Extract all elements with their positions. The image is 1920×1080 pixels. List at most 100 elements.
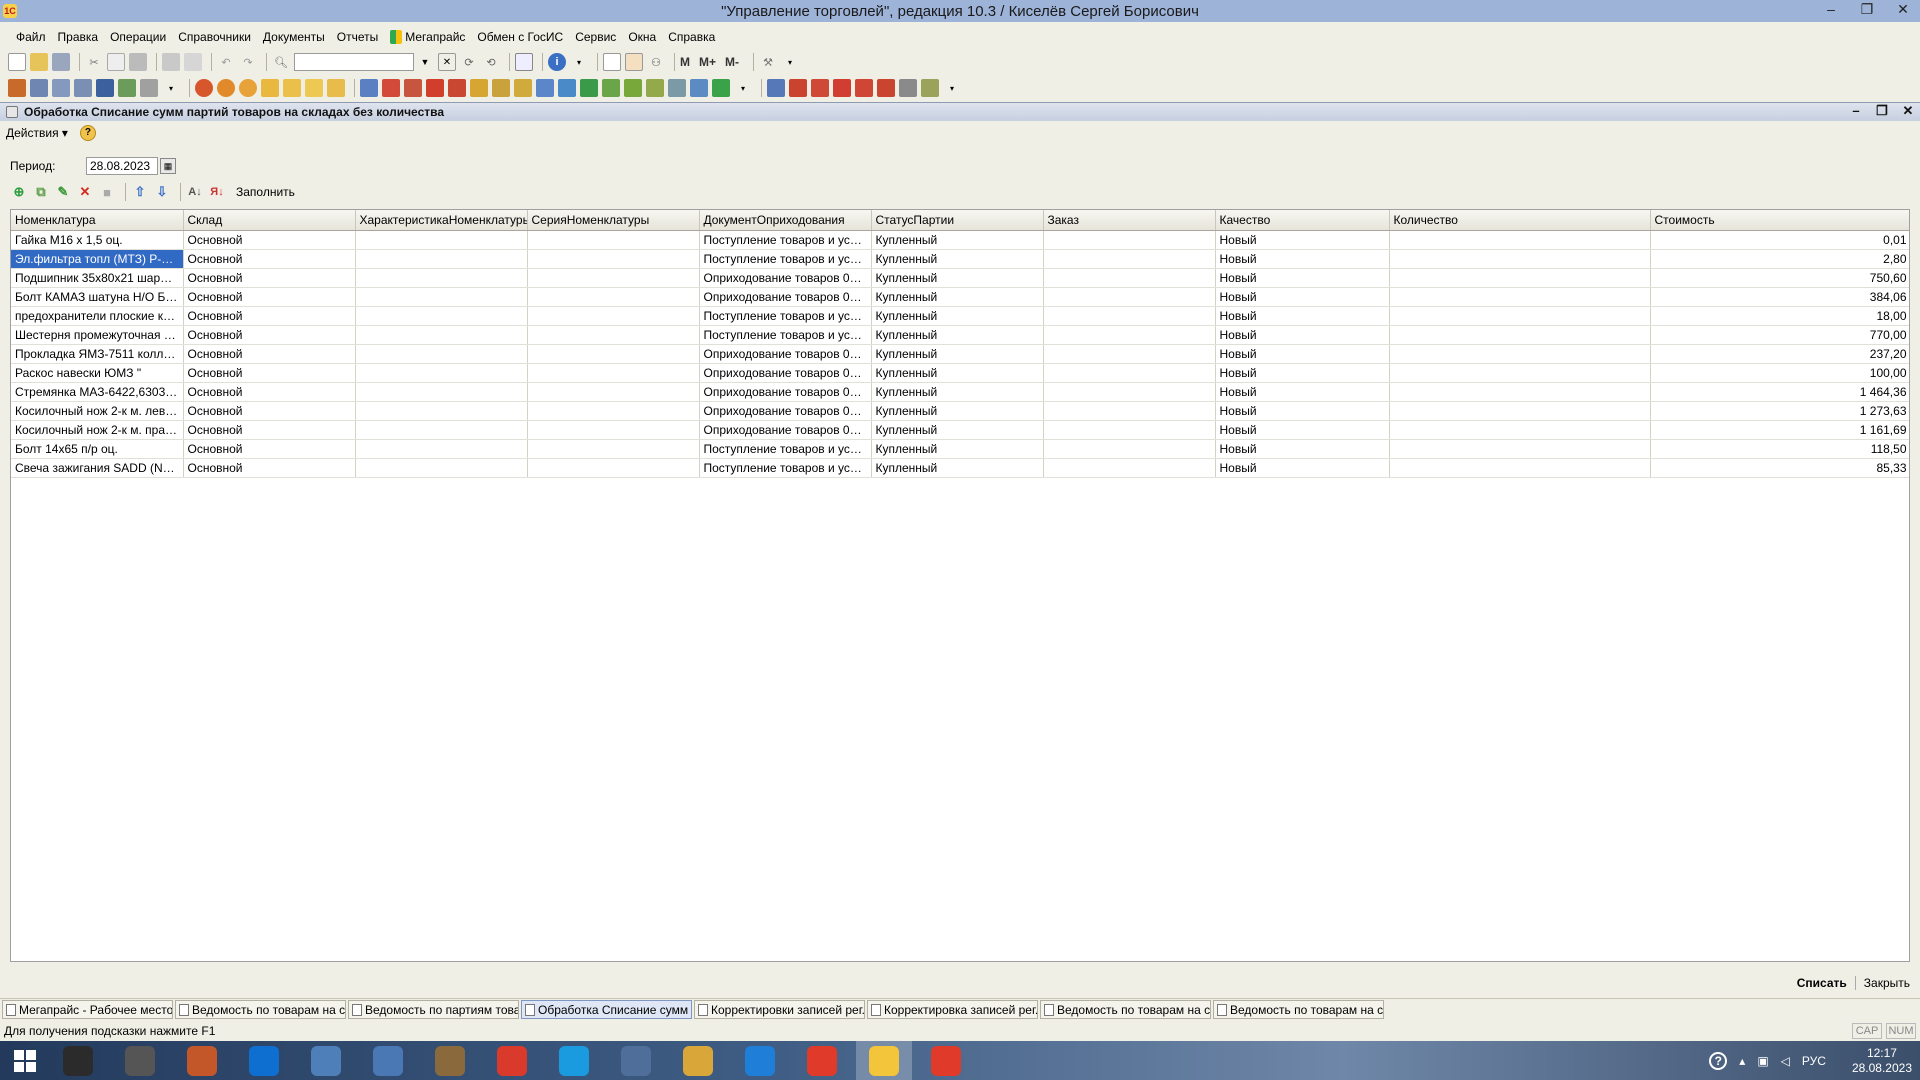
help-icon[interactable]: ? (79, 125, 96, 141)
table-row[interactable]: Эл.фильтра топл (МТЗ) Р-532-Г... Основной… (11, 249, 1909, 269)
window-tab[interactable]: Корректировка записей рег... (867, 1000, 1038, 1019)
table-cell[interactable] (1043, 420, 1216, 440)
transfer-icon[interactable] (426, 79, 444, 97)
memory-plus-button[interactable]: M+ (699, 55, 716, 69)
language-indicator[interactable]: РУС (1802, 1054, 1826, 1068)
table-cell[interactable]: Косилочный нож 2-к м. лев. Ор... (11, 401, 184, 421)
cash-icon[interactable] (283, 79, 301, 97)
table-cell[interactable] (355, 344, 528, 364)
goods-cancel-icon[interactable] (668, 79, 686, 97)
table-row[interactable]: Раскос навески ЮМЗ " Основной Оприходовани… (11, 363, 1909, 383)
taskbar-app[interactable] (112, 1041, 168, 1080)
taskbar-app[interactable] (50, 1041, 106, 1080)
sale-icon[interactable] (195, 79, 213, 97)
table-cell[interactable]: Купленный (871, 344, 1044, 364)
doc-print-icon[interactable] (74, 79, 92, 97)
move-icon[interactable] (448, 79, 466, 97)
table-cell[interactable] (527, 306, 700, 326)
doc-minimize-button[interactable]: – (1848, 103, 1864, 119)
table-cell[interactable]: Прокладка ЯМЗ-7511 коллект... (11, 344, 184, 364)
table-cell[interactable]: Оприходование товаров 00000... (699, 382, 872, 402)
table-cell[interactable] (1043, 363, 1216, 383)
taskbar-app[interactable] (546, 1041, 602, 1080)
window-tab[interactable]: Обработка Списание сумм ... (521, 1000, 692, 1019)
table-cell[interactable] (527, 420, 700, 440)
doc-book-icon[interactable] (8, 79, 26, 97)
edit-row-icon[interactable]: ✎ (54, 183, 72, 201)
table-cell[interactable] (527, 268, 700, 288)
return-supplier-icon[interactable] (558, 79, 576, 97)
table-cell[interactable]: Основной (183, 230, 356, 250)
table-cell[interactable]: Купленный (871, 458, 1044, 478)
table-cell[interactable]: 0,01 (1650, 230, 1909, 250)
doc-scale-icon[interactable] (96, 79, 114, 97)
menu-megaprice[interactable]: Мегапрайс (390, 30, 465, 44)
table-cell[interactable]: 750,60 (1650, 268, 1909, 288)
table-cell[interactable]: Поступление товаров и услуг ... (699, 458, 872, 478)
table-cell[interactable]: Оприходование товаров 00000... (699, 268, 872, 288)
memory-button[interactable]: M (680, 55, 690, 69)
table-cell[interactable] (1389, 401, 1651, 421)
table-cell[interactable]: Основной (183, 439, 356, 459)
menu-file[interactable]: Файл (16, 30, 46, 44)
table-cell[interactable]: Оприходование товаров 00000... (699, 287, 872, 307)
table-cell[interactable] (1389, 287, 1651, 307)
search-icon[interactable]: 🔍︎ (272, 53, 290, 71)
report-batches-icon[interactable] (833, 79, 851, 97)
taskbar-app[interactable] (484, 1041, 540, 1080)
table-cell[interactable]: Подшипник 35х80х21 шарик.ра... (11, 268, 184, 288)
search-input[interactable] (294, 53, 414, 71)
column-header-order[interactable]: Заказ (1043, 210, 1216, 231)
table-cell[interactable] (1043, 287, 1216, 307)
chevron-down-icon[interactable]: ▾ (162, 79, 180, 97)
table-cell[interactable]: Купленный (871, 439, 1044, 459)
table-cell[interactable]: Гайка М16 х 1,5 оц. (11, 230, 184, 250)
receipt-icon[interactable] (404, 79, 422, 97)
taskbar-app[interactable] (794, 1041, 850, 1080)
table-cell[interactable] (527, 325, 700, 345)
table-cell[interactable] (527, 230, 700, 250)
taskbar-app[interactable] (732, 1041, 788, 1080)
menu-windows[interactable]: Окна (628, 30, 656, 44)
table-cell[interactable] (1043, 439, 1216, 459)
clock[interactable]: 12:17 28.08.2023 (1852, 1046, 1912, 1076)
table-cell[interactable] (355, 382, 528, 402)
taskbar-app[interactable] (670, 1041, 726, 1080)
column-header-receipt-document[interactable]: ДокументОприходования (699, 210, 872, 231)
table-cell[interactable] (355, 287, 528, 307)
add-row-icon[interactable]: ⊕ (10, 183, 28, 201)
table-cell[interactable] (1389, 458, 1651, 478)
table-cell[interactable]: Свеча зажигания SADD (NK B... (11, 458, 184, 478)
clear-search-icon[interactable]: ✕ (438, 53, 456, 71)
table-cell[interactable]: Новый (1215, 420, 1390, 440)
column-header-series[interactable]: СерияНоменклатуры (527, 210, 700, 231)
move-down-icon[interactable]: ⇩ (153, 183, 171, 201)
column-header-quantity[interactable]: Количество (1389, 210, 1651, 231)
report-settings-icon[interactable] (921, 79, 939, 97)
table-cell[interactable] (1043, 230, 1216, 250)
period-date-input[interactable]: 28.08.2023 (86, 157, 158, 175)
inventory-icon[interactable] (470, 79, 488, 97)
table-cell[interactable]: Оприходование товаров 00000... (699, 344, 872, 364)
table-cell[interactable]: 85,33 (1650, 458, 1909, 478)
table-cell[interactable]: предохранители плоские к-т 4... (11, 306, 184, 326)
report-analysis-icon[interactable] (855, 79, 873, 97)
table-cell[interactable] (527, 401, 700, 421)
chevron-up-icon[interactable]: ▴ (1739, 1054, 1745, 1068)
table-cell[interactable]: 384,06 (1650, 287, 1909, 307)
taskbar-app[interactable] (856, 1041, 912, 1080)
table-cell[interactable]: Основной (183, 344, 356, 364)
windows-icon[interactable] (515, 53, 533, 71)
table-cell[interactable] (1389, 325, 1651, 345)
volume-tray-icon[interactable]: ◁ (1781, 1054, 1790, 1068)
table-cell[interactable] (527, 363, 700, 383)
table-cell[interactable]: 118,50 (1650, 439, 1909, 459)
taskbar-app[interactable] (608, 1041, 664, 1080)
table-cell[interactable] (355, 268, 528, 288)
table-cell[interactable]: 100,00 (1650, 363, 1909, 383)
table-cell[interactable] (1043, 306, 1216, 326)
chevron-down-icon[interactable]: ▾ (781, 53, 799, 71)
doc-stack-icon[interactable] (30, 79, 48, 97)
table-row[interactable]: Гайка М16 х 1,5 оц. Основной Поступление т… (11, 230, 1909, 250)
column-header-warehouse[interactable]: Склад (183, 210, 356, 231)
